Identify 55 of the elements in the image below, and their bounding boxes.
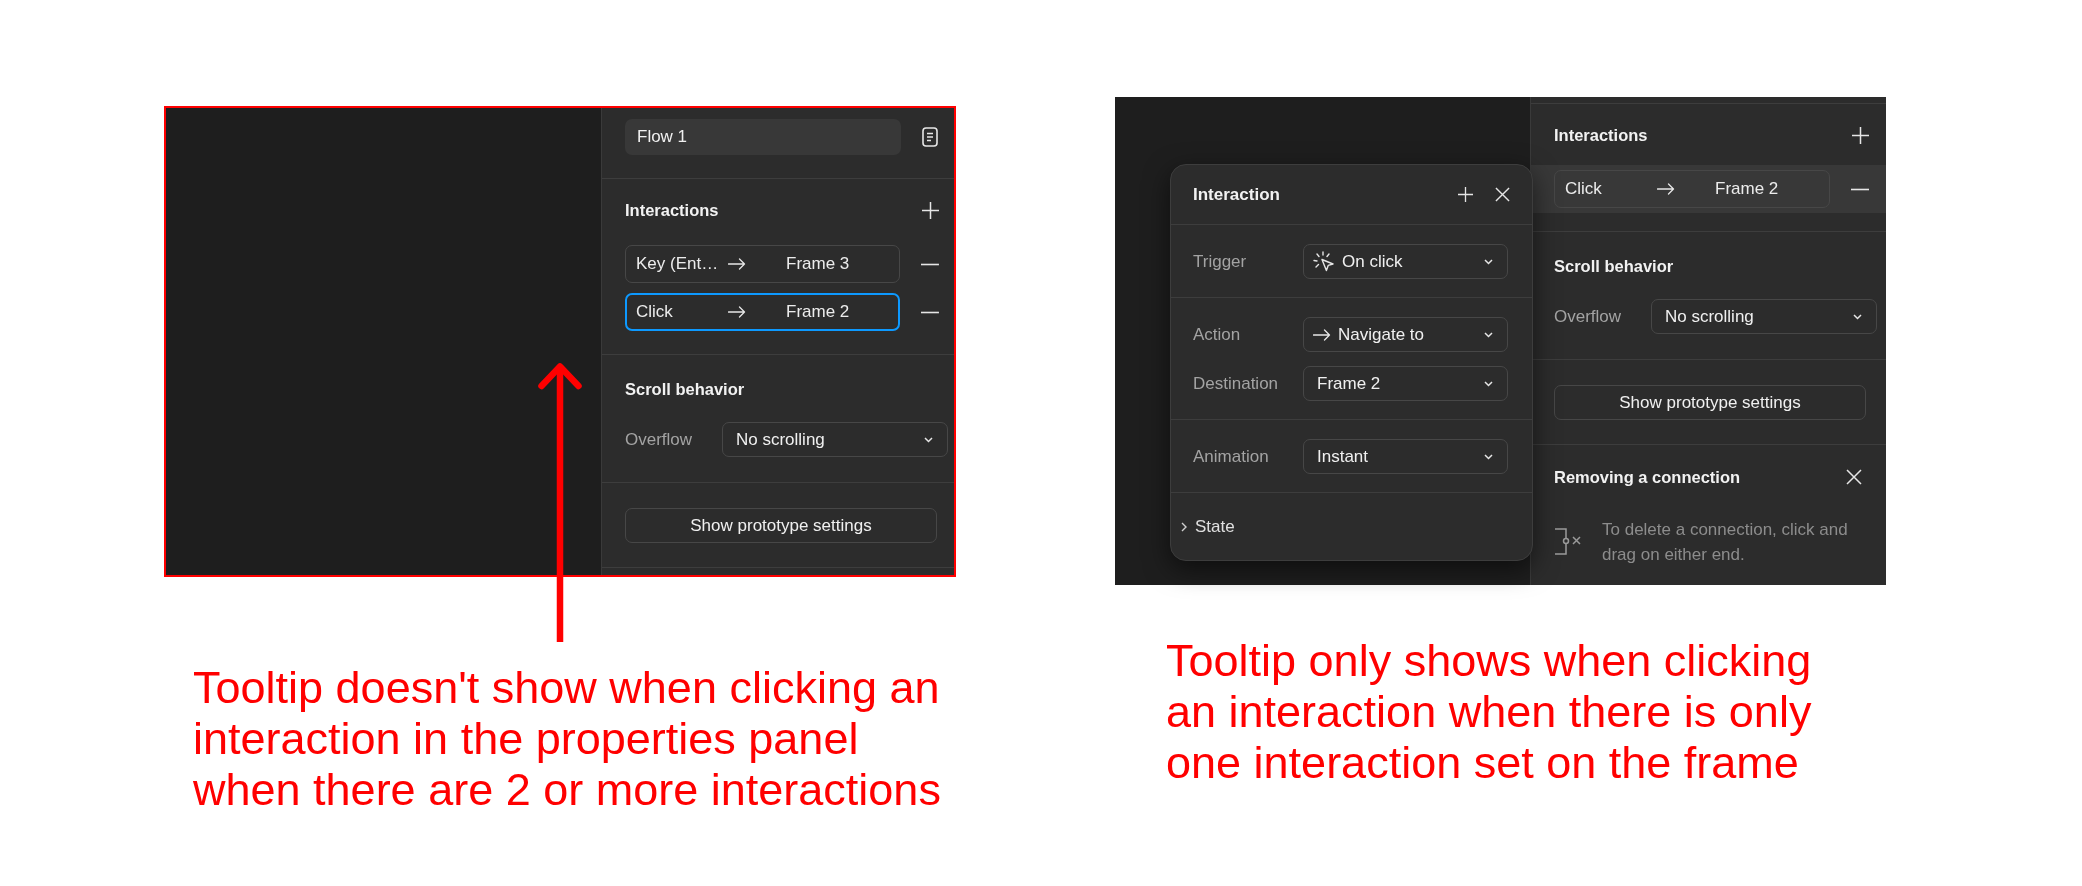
interaction-row[interactable]: Click Frame 2	[1554, 170, 1830, 208]
trigger-label: Click	[636, 302, 674, 322]
hint-text: To delete a connection, click and drag on either end.	[1602, 519, 1849, 566]
field-label: Overflow	[1554, 306, 1623, 327]
field-label: Action	[1193, 324, 1242, 345]
flow-name-field[interactable]: Flow 1	[625, 119, 901, 155]
chevron-down-icon	[924, 436, 933, 443]
document-icon[interactable]	[922, 127, 938, 147]
chevron-down-icon	[1484, 453, 1493, 460]
dropdown-select[interactable]: Instant	[1303, 439, 1508, 474]
chevron-down-icon	[1484, 380, 1493, 387]
trigger-label: Click	[1565, 179, 1603, 199]
section-title: Scroll behavior	[1554, 256, 1674, 277]
destination-label: Frame 3	[786, 254, 850, 274]
arrow-right-icon	[728, 258, 746, 270]
connector-cross-icon	[1554, 528, 1582, 555]
field-label: Overflow	[625, 429, 694, 450]
section-title: Removing a connection	[1554, 467, 1741, 488]
minus-icon[interactable]	[921, 310, 939, 314]
field-label: Trigger	[1193, 251, 1248, 272]
trigger-label: Key (Ent…	[636, 254, 720, 274]
close-icon[interactable]	[1495, 187, 1510, 202]
prototype-settings-button[interactable]: Show prototype settings	[625, 508, 937, 543]
arrow-right-icon	[1657, 183, 1675, 195]
prototype-settings-button[interactable]: Show prototype settings	[1554, 385, 1866, 420]
interaction-row[interactable]: Key (Ent… Frame 3	[625, 245, 901, 283]
close-icon[interactable]	[1846, 469, 1862, 485]
popup-title: Interaction	[1193, 183, 1280, 206]
arrow-right-icon	[728, 306, 746, 318]
caption-text: Tooltip only shows when clicking an interaction when there is only one interaction set on the frame	[1166, 635, 1813, 788]
dropdown-select[interactable]: Navigate to	[1303, 317, 1508, 352]
destination-label: Frame 2	[1715, 179, 1779, 199]
dropdown-select[interactable]: Frame 2	[1303, 366, 1508, 401]
minus-icon[interactable]	[1851, 187, 1869, 191]
destination-label: Frame 2	[786, 302, 850, 322]
section-title: Scroll behavior	[625, 379, 745, 400]
plus-icon[interactable]	[1458, 187, 1473, 202]
arrow-right-icon	[1313, 328, 1331, 341]
caption-text: Tooltip doesn't show when clicking an interaction in the properties panel when there are 2 or more interactions	[193, 662, 942, 815]
plus-icon[interactable]	[1852, 126, 1869, 144]
section-title: Interactions	[625, 200, 719, 221]
chevron-down-icon	[1853, 313, 1862, 320]
cursor-click-icon	[1313, 250, 1335, 273]
state-disclosure[interactable]: State	[1181, 516, 1235, 537]
minus-icon[interactable]	[921, 262, 939, 266]
field-label: Animation	[1193, 446, 1270, 467]
field-label: Destination	[1193, 373, 1280, 394]
dropdown-select[interactable]: No scrolling	[722, 422, 948, 457]
dropdown-select[interactable]: On click	[1303, 244, 1508, 279]
section-title: Interactions	[1554, 125, 1648, 146]
chevron-down-icon	[1484, 258, 1493, 265]
interaction-row[interactable]: Click Frame 2	[625, 293, 901, 331]
dropdown-select[interactable]: No scrolling	[1651, 299, 1877, 334]
plus-icon[interactable]	[922, 201, 939, 219]
chevron-down-icon	[1484, 331, 1493, 338]
